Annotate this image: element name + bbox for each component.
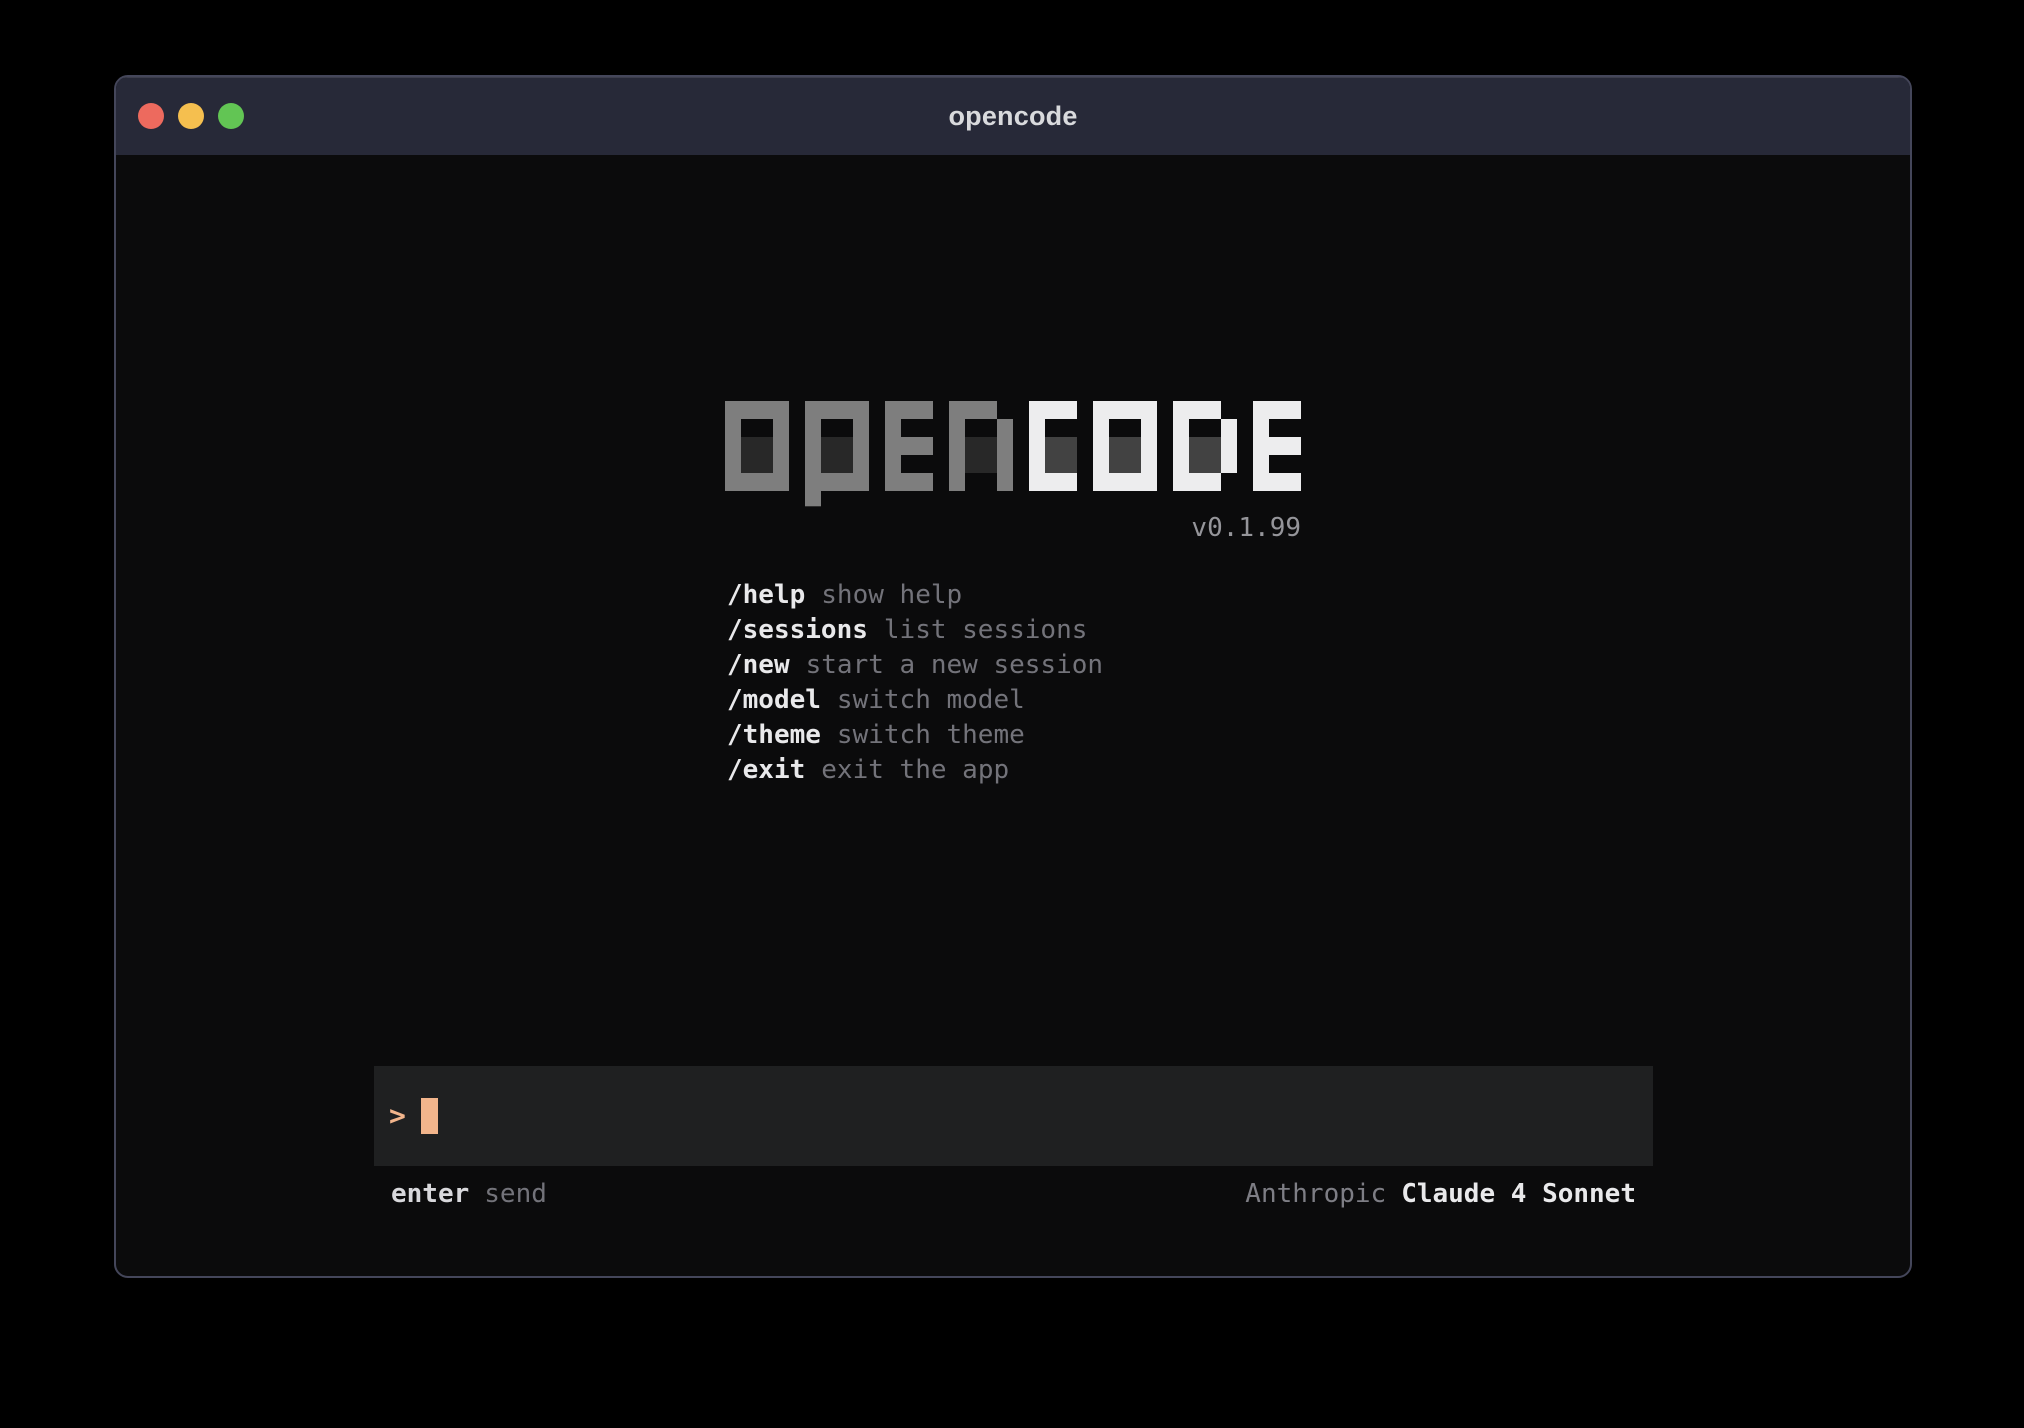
terminal-area: v0.1.99 /help show help /sessions list ses… — [116, 155, 1910, 1278]
window-title: opencode — [948, 101, 1077, 132]
traffic-lights — [138, 77, 244, 155]
command-name: /sessions — [727, 615, 868, 645]
command-name: /theme — [727, 720, 821, 750]
command-name: /help — [727, 580, 805, 610]
maximize-button[interactable] — [218, 103, 244, 129]
command-row: /model switch model — [727, 683, 1103, 718]
version-label: v0.1.99 — [725, 511, 1301, 546]
command-row: /new start a new session — [727, 648, 1103, 683]
model-indicator: Anthropic Claude 4 Sonnet — [1245, 1177, 1636, 1211]
command-row: /theme switch theme — [727, 718, 1103, 753]
prompt-symbol: > — [389, 1102, 406, 1130]
command-description: switch theme — [837, 720, 1025, 750]
command-name: /model — [727, 685, 821, 715]
command-name: /new — [727, 650, 790, 680]
command-row: /exit exit the app — [727, 753, 1103, 788]
titlebar[interactable]: opencode — [116, 77, 1910, 155]
minimize-button[interactable] — [178, 103, 204, 129]
key-hint: enter send — [391, 1177, 547, 1211]
message-input[interactable]: > — [374, 1066, 1653, 1166]
command-description: exit the app — [821, 755, 1009, 785]
text-cursor — [421, 1098, 438, 1134]
key-hint-action: send — [484, 1179, 547, 1209]
command-description: start a new session — [806, 650, 1103, 680]
command-name: /exit — [727, 755, 805, 785]
status-bar: enter send Anthropic Claude 4 Sonnet — [374, 1177, 1653, 1211]
command-list: /help show help /sessions list sessions /n… — [727, 578, 1103, 788]
command-row: /help show help — [727, 578, 1103, 613]
command-description: list sessions — [884, 615, 1088, 645]
opencode-logo-icon — [725, 401, 1301, 513]
command-description: show help — [821, 580, 962, 610]
command-row: /sessions list sessions — [727, 613, 1103, 648]
close-button[interactable] — [138, 103, 164, 129]
opencode-window: opencode v0.1.99 /help show help /session… — [114, 75, 1912, 1278]
key-hint-key: enter — [391, 1179, 469, 1209]
model-provider: Anthropic — [1245, 1179, 1386, 1209]
model-name: Claude 4 Sonnet — [1401, 1179, 1636, 1209]
command-description: switch model — [837, 685, 1025, 715]
